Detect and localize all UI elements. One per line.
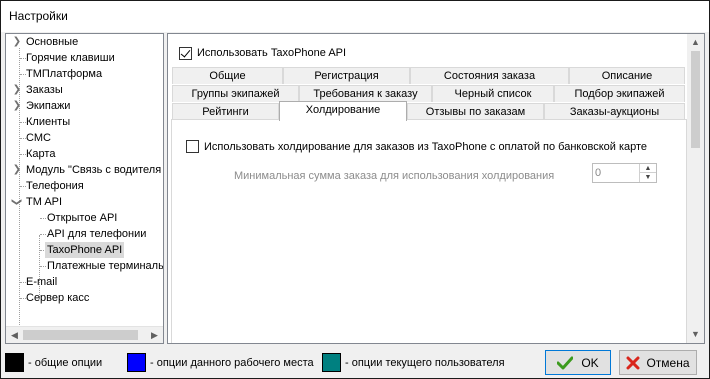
legend-label-user: - опции текущего пользователя [345,356,505,369]
cross-icon [626,356,640,369]
tab-crew-selection[interactable]: Подбор экипажей [554,85,685,102]
use-taxophone-api-label: Использовать TaxoPhone API [197,47,347,59]
use-holding-checkbox[interactable]: Использовать холдирование для заказов из… [186,140,647,153]
holding-tab-page: Использовать холдирование для заказов из… [171,119,687,343]
tab-ratings[interactable]: Рейтинги [172,103,279,120]
tab-blacklist[interactable]: Черный список [432,85,554,102]
checkbox-box[interactable] [179,46,192,60]
spin-up-icon[interactable]: ▲ [640,164,656,173]
checkbox-box[interactable] [186,140,199,153]
chevron-down-icon[interactable]: ❯ [8,197,24,207]
scroll-thumb[interactable] [23,330,138,340]
tab-holding[interactable]: Холдирование [279,101,407,121]
window-title: Настройки [1,1,709,32]
settings-tree[interactable]: ❯ Основные Горячие клавиши ТМПлатформа ❯… [5,33,164,344]
tab-description[interactable]: Описание [569,67,685,84]
tab-order-reviews[interactable]: Отзывы по заказам [407,103,544,120]
legend-swatch-user [322,353,341,372]
legend-swatch-workplace [127,353,146,372]
legend-label-workplace: - опции данного рабочего места [150,356,314,369]
content-vertical-scrollbar[interactable]: ▲ ▼ [687,34,704,343]
spin-down-icon[interactable]: ▼ [640,173,656,182]
chevron-right-icon[interactable]: ❯ [12,34,22,50]
tab-general[interactable]: Общие [172,67,283,84]
chevron-right-icon[interactable]: ❯ [12,162,22,178]
scroll-left-icon[interactable]: ◀ [6,327,23,343]
scroll-thumb[interactable] [691,51,700,148]
legend-label-general: - общие опции [28,356,103,369]
ok-label: OK [581,355,599,370]
legend-general: - общие опции [5,353,102,372]
legend-swatch-general [5,353,24,372]
legend-workplace: - опции данного рабочего места [127,353,314,372]
min-sum-stepper[interactable]: 0 ▲ ▼ [592,163,657,183]
min-sum-value[interactable]: 0 [595,166,601,180]
ok-button[interactable]: OK [545,350,611,375]
tree-horizontal-scrollbar[interactable]: ◀ ▶ [6,326,163,343]
cancel-button[interactable]: Отмена [619,350,697,375]
scroll-up-icon[interactable]: ▲ [687,34,704,51]
settings-window: Настройки ❯ Основные Горячие клавиши ТМП… [0,0,710,379]
cancel-label: Отмена [646,355,690,370]
tab-registration[interactable]: Регистрация [283,67,410,84]
use-holding-label: Использовать холдирование для заказов из… [204,140,648,153]
legend-user: - опции текущего пользователя [322,353,505,372]
checkmark-icon [557,356,574,369]
scroll-down-icon[interactable]: ▼ [687,326,704,343]
settings-content: Использовать TaxoPhone API Общие Регистр… [167,33,705,344]
scroll-right-icon[interactable]: ▶ [146,327,163,343]
tab-crew-groups[interactable]: Группы экипажей [172,85,299,102]
min-sum-label: Минимальная сумма заказа для использован… [234,170,555,182]
chevron-right-icon[interactable]: ❯ [12,98,22,114]
use-taxophone-api-checkbox[interactable]: Использовать TaxoPhone API [179,45,346,61]
tab-order-requirements[interactable]: Требования к заказу [299,85,432,102]
tab-order-auctions[interactable]: Заказы-аукционы [544,103,685,120]
tab-order-states[interactable]: Состояния заказа [410,67,569,84]
chevron-right-icon[interactable]: ❯ [12,82,22,98]
